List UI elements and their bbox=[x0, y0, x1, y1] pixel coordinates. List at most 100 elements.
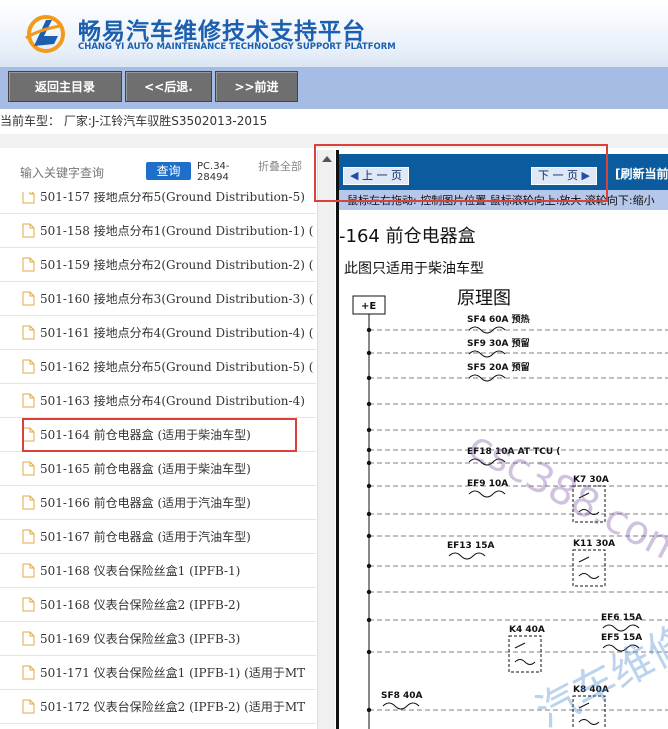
tree-item-label: 501-168 仪表台保险丝盒1 (IPFB-1) bbox=[40, 564, 241, 578]
tree-item-label: 501-166 前仓电器盒 (适用于汽油车型) bbox=[40, 496, 251, 510]
document-icon bbox=[22, 393, 35, 408]
junction-dot bbox=[366, 483, 372, 489]
tree-item[interactable]: 501-168 仪表台保险丝盒1 (IPFB-1) bbox=[0, 554, 316, 588]
fuse-icon bbox=[468, 350, 506, 358]
junction-dot bbox=[366, 533, 372, 539]
tree-item-label: 501-165 前仓电器盒 (适用于柴油车型) bbox=[40, 462, 251, 476]
relay-label: K4 40A bbox=[509, 625, 545, 635]
document-tree: 501-157 接地点分布5(Ground Distribution-5) 501… bbox=[0, 192, 316, 729]
document-icon bbox=[22, 192, 35, 204]
relay-box bbox=[508, 635, 542, 673]
page-nav-highlight bbox=[314, 144, 608, 202]
refresh-link[interactable]: [刷新当前 bbox=[615, 165, 668, 182]
relay-box bbox=[572, 549, 606, 587]
fuse-label: EF6 15A bbox=[601, 613, 642, 623]
junction-dot bbox=[366, 375, 372, 381]
tree-item-label: 501-160 接地点分布3(Ground Distribution-3) ( bbox=[40, 292, 314, 306]
tree-item[interactable]: 501-172 仪表台保险丝盒2 (IPFB-2) (适用于MT bbox=[0, 690, 316, 724]
tree-item[interactable]: 501-166 前仓电器盒 (适用于汽油车型) bbox=[0, 486, 316, 520]
tree-item-label: 501-172 仪表台保险丝盒2 (IPFB-2) (适用于MT bbox=[40, 700, 306, 714]
diagram-title: -164 前仓电器盒 bbox=[339, 226, 476, 247]
tree-item[interactable]: 501-158 接地点分布1(Ground Distribution-1) ( bbox=[0, 214, 316, 248]
junction-dot bbox=[366, 327, 372, 333]
junction-dot bbox=[366, 350, 372, 356]
app-title: 畅易汽车维修技术支持平台 bbox=[78, 19, 366, 45]
selected-item-highlight bbox=[22, 418, 297, 452]
junction-dot bbox=[366, 401, 372, 407]
search-button[interactable]: 查询 bbox=[146, 162, 191, 180]
fuse-label: SF5 20A 预留 bbox=[467, 361, 530, 373]
current-model-label: 当前车型： 厂家:J-江铃汽车驭胜S3502013-2015 bbox=[0, 114, 268, 128]
collapse-all-link[interactable]: 折叠全部 bbox=[258, 161, 302, 173]
document-icon bbox=[22, 631, 35, 646]
watermark-text: csc388.com bbox=[461, 422, 668, 575]
plus-e-label: +E bbox=[361, 301, 376, 312]
document-icon bbox=[22, 597, 35, 612]
document-icon bbox=[22, 461, 35, 476]
back-button[interactable]: <<后退. bbox=[125, 71, 212, 102]
document-icon bbox=[22, 665, 35, 680]
junction-dot bbox=[366, 589, 372, 595]
tree-item-label: 501-162 接地点分布5(Ground Distribution-5) ( bbox=[40, 360, 314, 374]
junction-dot bbox=[366, 649, 372, 655]
tree-item[interactable]: 501-167 前仓电器盒 (适用于汽油车型) bbox=[0, 520, 316, 554]
schematic-heading: 原理图 bbox=[457, 288, 511, 309]
tree-item[interactable]: 501-161 接地点分布4(Ground Distribution-4) ( bbox=[0, 316, 316, 350]
fuse-label: SF8 40A bbox=[381, 691, 423, 701]
document-icon bbox=[22, 495, 35, 510]
forward-button[interactable]: >>前进 bbox=[215, 71, 298, 102]
search-input[interactable] bbox=[20, 166, 138, 180]
tree-item[interactable]: 501-165 前仓电器盒 (适用于柴油车型) bbox=[0, 452, 316, 486]
home-button[interactable]: 返回主目录 bbox=[8, 71, 122, 102]
junction-dot bbox=[366, 447, 372, 453]
junction-dot bbox=[366, 563, 372, 569]
tree-item-label: 501-159 接地点分布2(Ground Distribution-2) ( bbox=[40, 258, 314, 272]
fuse-label: EF13 15A bbox=[447, 541, 494, 551]
tree-item[interactable]: 501-162 接地点分布5(Ground Distribution-5) ( bbox=[0, 350, 316, 384]
junction-dot bbox=[366, 617, 372, 623]
tree-item[interactable]: 501-160 接地点分布3(Ground Distribution-3) ( bbox=[0, 282, 316, 316]
schematic-diagram[interactable]: 原理图+ESF4 60A 预热SF9 30A 预留SF5 20A 预留EF18 … bbox=[339, 280, 668, 729]
tree-scrollbar[interactable] bbox=[317, 150, 335, 729]
fuse-icon bbox=[448, 552, 486, 560]
fuse-icon bbox=[602, 624, 640, 632]
junction-dot bbox=[366, 427, 372, 433]
document-icon bbox=[22, 291, 35, 306]
tree-item[interactable]: 501-169 仪表台保险丝盒3 (IPFB-3) bbox=[0, 622, 316, 656]
relay-icon bbox=[514, 642, 536, 665]
tree-item-label: 501-168 仪表台保险丝盒2 (IPFB-2) bbox=[40, 598, 241, 612]
fuse-label: SF4 60A 预热 bbox=[467, 313, 530, 325]
diagram-viewer: ◀ 上 一 页 下 一 页 ▶ [刷新当前 鼠标左右拖动: 控制图片位置 鼠标滚… bbox=[336, 150, 668, 729]
tree-item-label: 501-158 接地点分布1(Ground Distribution-1) ( bbox=[40, 224, 314, 238]
tree-item-label: 501-163 接地点分布4(Ground Distribution-4) bbox=[40, 394, 305, 408]
tree-item-label: 501-171 仪表台保险丝盒1 (IPFB-1) (适用于MT bbox=[40, 666, 306, 680]
app-subtitle: CHANG YI AUTO MAINTENANCE TECHNOLOGY SUP… bbox=[78, 42, 396, 52]
fuse-icon bbox=[382, 702, 420, 710]
document-icon bbox=[22, 563, 35, 578]
tree-item[interactable]: 501-163 接地点分布4(Ground Distribution-4) bbox=[0, 384, 316, 418]
tree-item[interactable]: 501-168 仪表台保险丝盒2 (IPFB-2) bbox=[0, 588, 316, 622]
document-icon bbox=[22, 359, 35, 374]
watermark-text-cn: 汽车维修 bbox=[528, 615, 668, 729]
tree-item[interactable]: 501-159 接地点分布2(Ground Distribution-2) ( bbox=[0, 248, 316, 282]
tree-item-label: 501-157 接地点分布5(Ground Distribution-5) bbox=[40, 192, 305, 204]
junction-dot bbox=[366, 511, 372, 517]
tree-item-label: 501-161 接地点分布4(Ground Distribution-4) ( bbox=[40, 326, 314, 340]
document-icon bbox=[22, 257, 35, 272]
tree-item[interactable]: 501-157 接地点分布5(Ground Distribution-5) bbox=[0, 192, 316, 214]
document-icon bbox=[22, 699, 35, 714]
tree-item-label: 501-167 前仓电器盒 (适用于汽油车型) bbox=[40, 530, 251, 544]
document-icon bbox=[22, 325, 35, 340]
fuse-icon bbox=[468, 490, 506, 498]
junction-dot bbox=[366, 460, 372, 466]
relay-icon bbox=[578, 556, 600, 579]
tree-item[interactable]: 501-171 仪表台保险丝盒1 (IPFB-1) (适用于MT bbox=[0, 656, 316, 690]
fuse-label: SF9 30A 预留 bbox=[467, 337, 530, 349]
junction-dot bbox=[366, 707, 372, 713]
tree-item-label: 501-169 仪表台保险丝盒3 (IPFB-3) bbox=[40, 632, 241, 646]
document-icon bbox=[22, 223, 35, 238]
app-header: 畅易汽车维修技术支持平台 CHANG YI AUTO MAINTENANCE T… bbox=[0, 0, 668, 67]
diagram-subtitle: 此图只适用于柴油车型 bbox=[344, 261, 484, 277]
cy-logo-icon bbox=[25, 15, 65, 53]
pc-code-label: PC.34-28494 bbox=[197, 161, 230, 183]
